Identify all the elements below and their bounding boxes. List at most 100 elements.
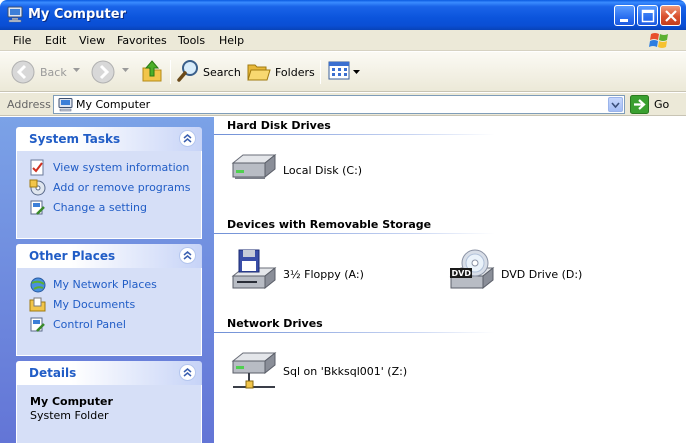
go-button[interactable]: Go xyxy=(630,95,680,114)
system-tasks-title: System Tasks xyxy=(29,132,121,146)
system-tasks-header[interactable]: System Tasks xyxy=(16,127,202,151)
views-button[interactable] xyxy=(327,58,361,86)
place-label: My Documents xyxy=(53,298,136,311)
group-divider xyxy=(214,233,495,234)
collapse-button[interactable] xyxy=(179,247,196,264)
hard-disk-icon xyxy=(231,153,277,179)
explorer-window: My Computer File Edit View Favorites Too… xyxy=(0,0,686,443)
my-computer-icon xyxy=(58,98,73,112)
folders-icon xyxy=(247,64,271,81)
maximize-button[interactable] xyxy=(637,5,658,26)
menu-favorites[interactable]: Favorites xyxy=(117,34,167,47)
address-bar: Address My Computer Go xyxy=(0,93,686,116)
close-icon xyxy=(665,10,677,22)
menu-file[interactable]: File xyxy=(13,34,31,47)
group-header-network-drives: Network Drives xyxy=(227,317,323,330)
forward-arrow-icon xyxy=(91,60,115,84)
drive-label: DVD Drive (D:) xyxy=(501,268,583,281)
details-panel: Details My Computer System Folder xyxy=(16,361,202,443)
drive-dvd-d[interactable]: DVD DVD Drive (D:) xyxy=(447,248,657,296)
group-header-removable-storage: Devices with Removable Storage xyxy=(227,218,432,231)
address-input[interactable]: My Computer xyxy=(53,95,625,114)
views-dropdown-icon xyxy=(353,70,360,74)
drive-floppy-a[interactable]: 3½ Floppy (A:) xyxy=(229,248,439,296)
search-icon xyxy=(177,60,198,82)
svg-text:DVD: DVD xyxy=(452,269,472,278)
minimize-button[interactable] xyxy=(614,5,635,26)
other-places-body: My Network Places My Documents Control P… xyxy=(16,268,202,356)
views-icon xyxy=(328,61,350,80)
place-label: Control Panel xyxy=(53,318,126,331)
menu-bar: File Edit View Favorites Tools Help xyxy=(0,30,686,51)
details-body: My Computer System Folder xyxy=(16,385,202,443)
drive-local-disk-c[interactable]: Local Disk (C:) xyxy=(229,149,439,197)
task-label: Change a setting xyxy=(53,201,147,214)
network-drive-icon xyxy=(231,351,277,389)
window-title: My Computer xyxy=(28,7,126,22)
forward-dropdown-icon[interactable] xyxy=(122,68,129,73)
network-places-icon xyxy=(30,277,46,293)
folders-label: Folders xyxy=(275,66,315,79)
content-pane: Hard Disk Drives Local Disk (C:) Devices… xyxy=(214,117,686,443)
place-label: My Network Places xyxy=(53,278,157,291)
search-label: Search xyxy=(203,66,241,79)
task-label: View system information xyxy=(53,161,190,174)
control-panel-icon xyxy=(30,317,45,332)
close-button[interactable] xyxy=(660,5,681,26)
other-places-title: Other Places xyxy=(29,249,116,263)
collapse-button[interactable] xyxy=(179,130,196,147)
drive-network-z[interactable]: Sql on 'Bkksql001' (Z:) xyxy=(229,347,439,395)
other-places-panel: Other Places My Network Places My Docume… xyxy=(16,244,202,356)
my-documents-icon xyxy=(29,297,46,312)
windows-logo-icon xyxy=(649,33,668,48)
floppy-drive-icon xyxy=(231,249,277,290)
minimize-icon xyxy=(620,19,628,22)
menu-edit[interactable]: Edit xyxy=(45,34,66,47)
drive-label: Sql on 'Bkksql001' (Z:) xyxy=(283,365,408,378)
menu-tools[interactable]: Tools xyxy=(178,34,205,47)
details-subtitle: System Folder xyxy=(30,409,109,422)
system-info-icon xyxy=(30,159,44,176)
details-name: My Computer xyxy=(30,395,113,408)
drive-label: 3½ Floppy (A:) xyxy=(283,268,364,281)
menu-help[interactable]: Help xyxy=(219,34,244,47)
double-chevron-up-icon xyxy=(183,251,192,260)
chevron-down-icon xyxy=(611,102,620,109)
toolbar-separator xyxy=(320,60,321,84)
up-folder-icon xyxy=(142,60,162,82)
drive-label: Local Disk (C:) xyxy=(283,164,363,177)
menu-view[interactable]: View xyxy=(79,34,105,47)
back-button[interactable]: Back xyxy=(10,58,70,86)
other-places-header[interactable]: Other Places xyxy=(16,244,202,268)
control-setting-icon xyxy=(30,200,45,215)
back-arrow-icon xyxy=(11,60,35,84)
dvd-drive-icon: DVD xyxy=(449,249,495,290)
back-label: Back xyxy=(40,66,67,79)
toolbar-separator xyxy=(170,60,171,84)
group-header-hard-disk-drives: Hard Disk Drives xyxy=(227,119,331,132)
up-folder-button[interactable] xyxy=(140,58,166,86)
system-tasks-panel: System Tasks View system information Add… xyxy=(16,127,202,239)
details-header[interactable]: Details xyxy=(16,361,202,385)
address-value: My Computer xyxy=(76,98,151,111)
go-label: Go xyxy=(654,98,670,111)
details-title: Details xyxy=(29,366,77,380)
address-label: Address xyxy=(7,98,51,111)
collapse-button[interactable] xyxy=(179,364,196,381)
task-label: Add or remove programs xyxy=(53,181,191,194)
address-dropdown-button[interactable] xyxy=(608,97,623,112)
toolbar: Back Search Folders xyxy=(0,52,686,92)
task-pane: System Tasks View system information Add… xyxy=(0,117,214,443)
my-computer-icon xyxy=(7,6,23,23)
group-divider xyxy=(214,134,495,135)
maximize-icon xyxy=(641,9,655,23)
double-chevron-up-icon xyxy=(183,134,192,143)
title-bar[interactable]: My Computer xyxy=(0,0,686,30)
group-divider xyxy=(214,332,495,333)
add-remove-programs-icon xyxy=(29,179,46,196)
back-dropdown-icon[interactable] xyxy=(73,68,80,73)
search-button[interactable]: Search xyxy=(176,58,241,86)
folders-button[interactable]: Folders xyxy=(246,58,315,86)
forward-button[interactable] xyxy=(90,58,120,86)
go-arrow-icon xyxy=(630,95,649,114)
